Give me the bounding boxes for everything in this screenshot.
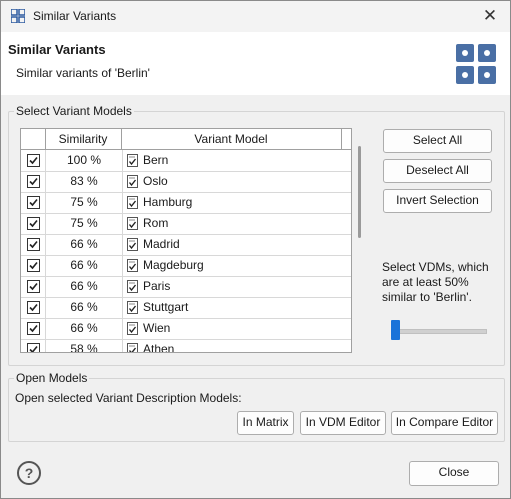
similarity-cell: 100 %: [45, 150, 123, 171]
similarity-cell: 66 %: [45, 297, 123, 318]
document-check-icon: [127, 280, 138, 293]
row-checkbox[interactable]: [27, 175, 40, 188]
row-checkbox[interactable]: [27, 217, 40, 230]
document-check-icon: [127, 343, 138, 352]
title-bar: Similar Variants ✕: [1, 1, 510, 32]
table-row[interactable]: 66 % Magdeburg: [21, 255, 351, 277]
variant-name-cell: Magdeburg: [143, 258, 204, 272]
variant-name-cell: Oslo: [143, 174, 168, 188]
table-row[interactable]: 66 % Paris: [21, 276, 351, 298]
similarity-cell: 66 %: [45, 318, 123, 339]
table-row[interactable]: 100 % Bern: [21, 150, 351, 172]
variant-table: Similarity Variant Model 100 % Bern 83 % Os…: [20, 128, 352, 353]
document-check-icon: [127, 217, 138, 230]
similarity-cell: 66 %: [45, 234, 123, 255]
row-checkbox[interactable]: [27, 238, 40, 251]
document-check-icon: [127, 175, 138, 188]
row-checkbox[interactable]: [27, 154, 40, 167]
variants-grid-icon: [456, 44, 496, 84]
select-all-button[interactable]: Select All: [383, 129, 492, 153]
similarity-cell: 58 %: [45, 339, 123, 352]
close-window-icon[interactable]: ✕: [478, 5, 502, 27]
document-check-icon: [127, 322, 138, 335]
similarity-cell: 75 %: [45, 192, 123, 213]
similarity-hint: Select VDMs, which are at least 50% simi…: [382, 260, 489, 304]
row-checkbox[interactable]: [27, 301, 40, 314]
table-row[interactable]: 75 % Rom: [21, 213, 351, 235]
document-check-icon: [127, 301, 138, 314]
variant-name-cell: Wien: [143, 321, 171, 335]
variant-name-cell: Stuttgart: [143, 300, 189, 314]
table-row[interactable]: 75 % Hamburg: [21, 192, 351, 214]
invert-selection-button[interactable]: Invert Selection: [383, 189, 492, 213]
table-scrollbar[interactable]: [358, 146, 361, 238]
header-title: Similar Variants: [8, 42, 106, 57]
dialog-header: Similar Variants Similar variants of 'Be…: [1, 32, 510, 95]
open-group-label: Open Models: [14, 371, 90, 385]
variant-name-cell: Hamburg: [143, 195, 193, 209]
variant-name-cell: Rom: [143, 216, 169, 230]
table-row[interactable]: 66 % Wien: [21, 318, 351, 340]
table-row[interactable]: 83 % Oslo: [21, 171, 351, 193]
window-title: Similar Variants: [33, 9, 117, 23]
header-subtitle: Similar variants of 'Berlin': [16, 66, 150, 80]
dialog-window: Similar Variants ✕ Similar Variants Simi…: [0, 0, 511, 499]
deselect-all-button[interactable]: Deselect All: [383, 159, 492, 183]
table-row[interactable]: 66 % Madrid: [21, 234, 351, 256]
open-models-text: Open selected Variant Description Models…: [15, 391, 242, 405]
similarity-cell: 83 %: [45, 171, 123, 192]
open-in-matrix-button[interactable]: In Matrix: [237, 411, 294, 435]
row-checkbox[interactable]: [27, 259, 40, 272]
similarity-slider-thumb[interactable]: [391, 320, 400, 340]
table-row[interactable]: 66 % Stuttgart: [21, 297, 351, 319]
document-check-icon: [127, 154, 138, 167]
open-in-compare-editor-button[interactable]: In Compare Editor: [391, 411, 498, 435]
document-check-icon: [127, 196, 138, 209]
row-checkbox[interactable]: [27, 322, 40, 335]
table-row[interactable]: 58 % Athen: [21, 339, 351, 353]
variant-name-cell: Bern: [143, 153, 169, 167]
similarity-cell: 66 %: [45, 276, 123, 297]
similarity-cell: 75 %: [45, 213, 123, 234]
variant-name-cell: Paris: [143, 279, 171, 293]
document-check-icon: [127, 238, 138, 251]
similarity-cell: 66 %: [45, 255, 123, 276]
close-button[interactable]: Close: [409, 461, 499, 486]
column-checkbox-header: [21, 129, 46, 149]
row-checkbox[interactable]: [27, 196, 40, 209]
row-checkbox[interactable]: [27, 343, 40, 352]
open-in-vdm-editor-button[interactable]: In VDM Editor: [300, 411, 386, 435]
document-check-icon: [127, 259, 138, 272]
app-grid-icon: [11, 9, 25, 23]
table-header: Similarity Variant Model: [21, 129, 351, 150]
column-similarity[interactable]: Similarity: [45, 129, 122, 149]
row-checkbox[interactable]: [27, 280, 40, 293]
similarity-slider-track[interactable]: [391, 329, 487, 334]
help-icon[interactable]: ?: [17, 461, 41, 485]
select-group-label: Select Variant Models: [14, 104, 134, 118]
variant-name-cell: Athen: [143, 342, 175, 353]
variant-name-cell: Madrid: [143, 237, 180, 251]
column-variant-model[interactable]: Variant Model: [121, 129, 342, 149]
